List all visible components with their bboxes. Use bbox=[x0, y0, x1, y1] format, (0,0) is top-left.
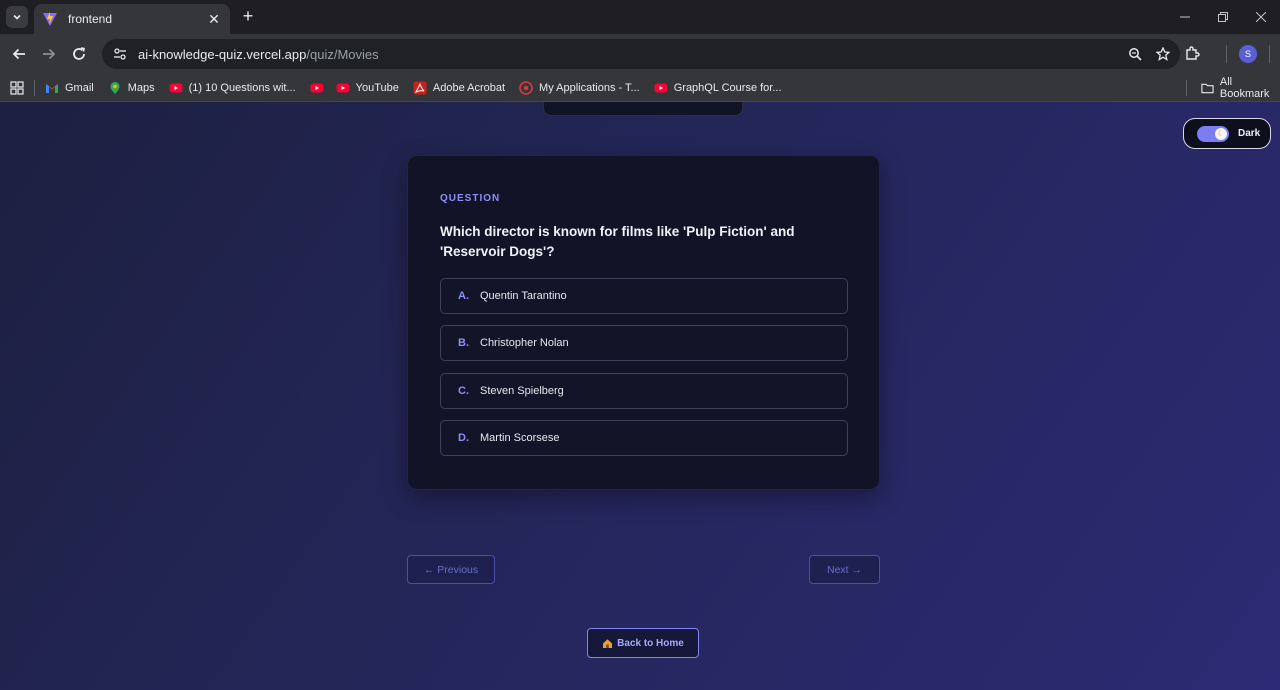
vite-favicon-icon bbox=[43, 12, 57, 26]
all-bookmarks-label: All Bookmark bbox=[1219, 76, 1270, 100]
quiz-page: ☾ Dark QUESTION Which director is known … bbox=[0, 102, 1280, 690]
back-to-home-button[interactable]: Back to Home bbox=[587, 628, 699, 658]
toggle-switch[interactable]: ☾ bbox=[1197, 125, 1229, 142]
next-button[interactable]: Next → bbox=[809, 555, 880, 584]
browser-tab[interactable]: frontend ✕ bbox=[34, 4, 230, 34]
bookmark-my-applications[interactable]: My Applications - T... bbox=[519, 80, 640, 95]
close-window-button[interactable] bbox=[1242, 0, 1280, 34]
theme-toggle-label: Dark bbox=[1238, 128, 1261, 139]
minimize-button[interactable] bbox=[1166, 0, 1204, 34]
close-icon bbox=[1256, 12, 1266, 22]
youtube-icon bbox=[336, 83, 350, 92]
window-controls bbox=[1166, 0, 1280, 34]
bookmark-adobe-acrobat[interactable]: Adobe Acrobat bbox=[413, 81, 505, 95]
site-info-icon[interactable] bbox=[112, 46, 128, 62]
arrow-left-icon bbox=[12, 48, 25, 60]
folder-icon bbox=[1201, 83, 1214, 94]
tab-close-icon[interactable]: ✕ bbox=[206, 11, 222, 28]
bookmark-label: Maps bbox=[127, 81, 155, 94]
minimize-icon bbox=[1180, 16, 1190, 18]
bookmarks-bar: Gmail Maps (1) 10 Questions wit... YouTu… bbox=[0, 74, 1280, 102]
header-panel-edge bbox=[543, 102, 743, 116]
bookmark-label: GraphQL Course for... bbox=[673, 81, 782, 94]
back-to-home-label: Back to Home bbox=[617, 637, 684, 649]
bookmark-label: YouTube bbox=[355, 81, 399, 94]
option-text: Christopher Nolan bbox=[480, 337, 569, 349]
zoom-icon[interactable] bbox=[1126, 45, 1144, 63]
option-letter: D. bbox=[458, 432, 469, 444]
maps-icon bbox=[110, 81, 120, 94]
chevron-down-icon bbox=[13, 14, 21, 20]
option-text: Quentin Tarantino bbox=[480, 290, 567, 302]
bookmarks-divider bbox=[1186, 80, 1187, 96]
previous-button[interactable]: ← Previous bbox=[407, 555, 495, 584]
option-letter: C. bbox=[458, 385, 469, 397]
question-text: Which director is known for films like '… bbox=[440, 224, 795, 259]
bookmark-youtube[interactable]: YouTube bbox=[336, 81, 399, 95]
toolbar-divider bbox=[1226, 45, 1227, 63]
bookmark-label: (1) 10 Questions wit... bbox=[188, 81, 296, 94]
forward-button[interactable] bbox=[38, 43, 60, 65]
option-letter: A. bbox=[458, 290, 469, 302]
profile-avatar[interactable]: S bbox=[1239, 45, 1257, 63]
applications-icon bbox=[519, 80, 533, 95]
restore-icon bbox=[1218, 12, 1228, 22]
bookmark-youtube-icon-only[interactable] bbox=[310, 81, 330, 95]
back-button[interactable] bbox=[8, 43, 30, 65]
gmail-icon bbox=[46, 83, 58, 93]
question-card: QUESTION Which director is known for fil… bbox=[407, 155, 880, 490]
answer-option-c[interactable]: C. Steven Spielberg bbox=[440, 373, 848, 409]
bookmark-youtube-questions[interactable]: (1) 10 Questions wit... bbox=[169, 81, 296, 95]
answer-option-b[interactable]: B. Christopher Nolan bbox=[440, 325, 848, 361]
address-bar[interactable]: ai-knowledge-quiz.vercel.app/quiz/Movies bbox=[102, 39, 1180, 69]
all-bookmarks[interactable]: All Bookmark bbox=[1186, 74, 1280, 102]
youtube-icon bbox=[310, 83, 324, 92]
bookmarks-divider bbox=[34, 79, 35, 96]
browser-toolbar: ai-knowledge-quiz.vercel.app/quiz/Movies… bbox=[0, 34, 1280, 74]
reload-button[interactable] bbox=[68, 43, 90, 65]
moon-icon: ☾ bbox=[1215, 127, 1227, 140]
reload-icon bbox=[73, 47, 85, 60]
youtube-icon bbox=[169, 83, 183, 92]
bookmark-star-icon[interactable] bbox=[1154, 45, 1172, 63]
tab-title: frontend bbox=[68, 12, 113, 26]
option-text: Steven Spielberg bbox=[480, 385, 564, 397]
url-host: ai-knowledge-quiz.vercel.app bbox=[138, 46, 307, 62]
bookmark-maps[interactable]: Maps bbox=[108, 81, 155, 95]
toolbar-divider bbox=[1269, 45, 1270, 63]
youtube-icon bbox=[654, 83, 668, 92]
option-letter: B. bbox=[458, 337, 469, 349]
acrobat-icon bbox=[413, 81, 427, 94]
bookmark-label: Adobe Acrobat bbox=[432, 81, 506, 94]
answer-option-a[interactable]: A. Quentin Tarantino bbox=[440, 278, 848, 314]
bookmark-gmail[interactable]: Gmail bbox=[45, 81, 94, 95]
answer-option-d[interactable]: D. Martin Scorsese bbox=[440, 420, 848, 456]
bookmark-label: My Applications - T... bbox=[539, 81, 640, 94]
option-text: Martin Scorsese bbox=[480, 432, 560, 444]
theme-toggle[interactable]: ☾ Dark bbox=[1183, 118, 1271, 149]
question-section-label: QUESTION bbox=[440, 193, 501, 204]
house-icon bbox=[603, 638, 613, 648]
new-tab-button[interactable]: + bbox=[238, 7, 258, 27]
tab-search-button[interactable] bbox=[6, 6, 28, 28]
tab-strip: frontend ✕ + bbox=[0, 0, 1280, 34]
restore-button[interactable] bbox=[1204, 0, 1242, 34]
url-path: /quiz/Movies bbox=[306, 46, 379, 62]
bookmark-graphql-course[interactable]: GraphQL Course for... bbox=[654, 81, 782, 95]
arrow-right-icon bbox=[43, 48, 56, 60]
bookmark-label: Gmail bbox=[65, 81, 94, 94]
apps-grid-icon[interactable] bbox=[10, 80, 24, 95]
extensions-icon[interactable] bbox=[1180, 42, 1204, 66]
